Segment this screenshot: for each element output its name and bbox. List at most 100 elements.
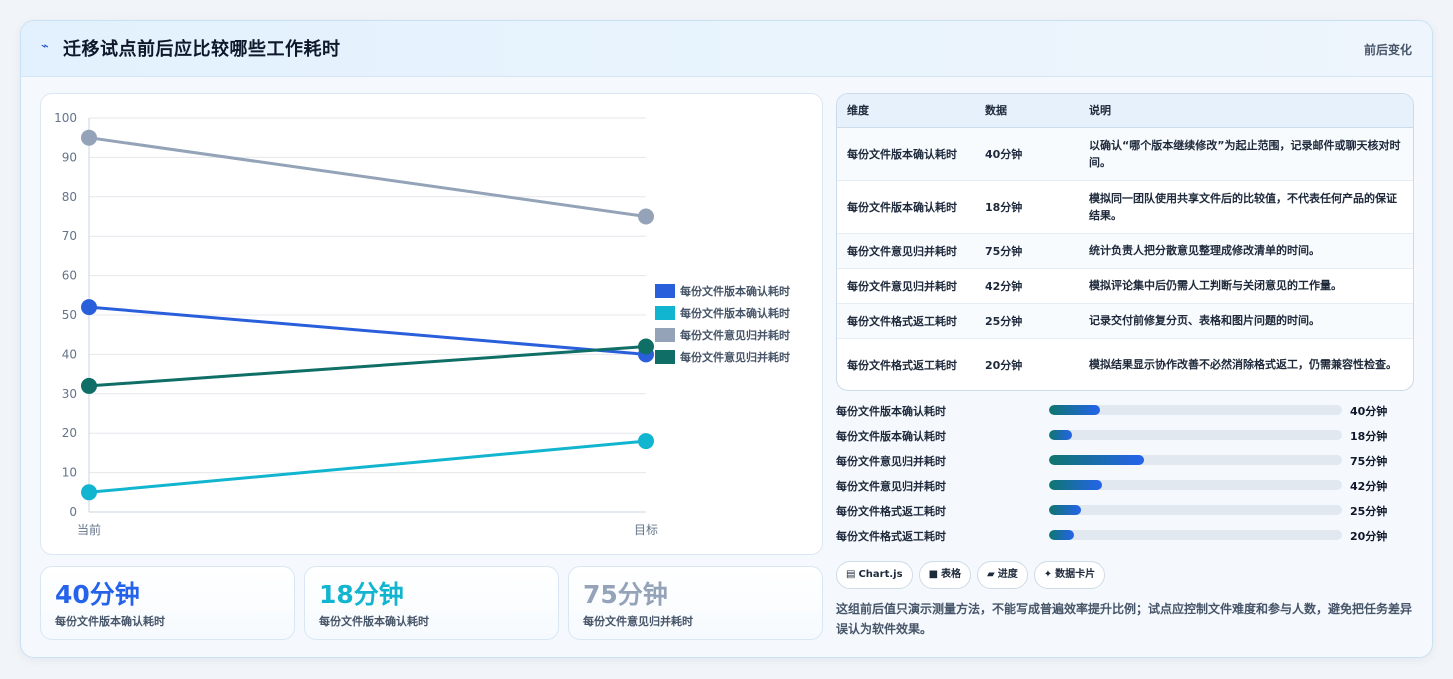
progress-row: 每份文件版本确认耗时 18分钟: [836, 426, 1412, 446]
footnote: 这组前后值只演示测量方法，不能写成普遍效率提升比例；试点应控制文件难度和参与人数…: [836, 602, 1413, 636]
data-point: [638, 338, 654, 355]
progress-fill: [1049, 405, 1101, 415]
progress-icon: ▰: [987, 569, 995, 580]
series-line: [88, 439, 647, 494]
tech-chip: ▤ Chart.js: [836, 561, 913, 589]
progress-value: 40分钟: [1350, 405, 1388, 418]
progress-track: [1049, 405, 1342, 415]
stat-label: 每份文件版本确认耗时: [319, 615, 429, 628]
table-cell-dimension: 每份文件意见归并耗时: [837, 233, 975, 269]
stat-label: 每份文件意见归并耗时: [583, 615, 693, 628]
card-title: 迁移试点前后应比较哪些工作耗时: [63, 39, 341, 60]
table-cell-description: 记录交付前修复分页、表格和图片问题的时间。: [1079, 303, 1413, 339]
data-point: [81, 129, 97, 146]
table-icon: ■: [928, 569, 939, 580]
table-body: 每份文件版本确认耗时 40分钟 以确认“哪个版本继续修改”为起止范围，记录邮件或聊天…: [837, 127, 1413, 390]
data-point: [638, 208, 654, 225]
progress-fill: [1049, 530, 1074, 540]
progress-value: 18分钟: [1350, 430, 1388, 443]
stat-value: 40分钟: [55, 580, 140, 609]
table-cell-value: 18分钟: [975, 180, 1079, 234]
progress-value: 25分钟: [1350, 505, 1388, 518]
table-cell-value: 20分钟: [985, 358, 1023, 372]
table-row: 每份文件格式返工耗时 20分钟 模拟结果显示协作改善不必然消除格式返工，仍需兼容性检…: [837, 338, 1413, 390]
progress-row: 每份文件格式返工耗时 25分钟: [836, 501, 1412, 521]
legend-swatch: [655, 328, 675, 342]
table-cell-dimension: 每份文件版本确认耗时: [837, 180, 975, 234]
data-point: [81, 484, 97, 501]
x-tick-label: 目标: [634, 523, 658, 537]
data-point: [638, 433, 654, 450]
legend-swatch: [655, 306, 675, 320]
y-tick-label: 30: [62, 387, 77, 401]
data-table: 维度 数据 说明 每份文件版本确认耗时 40分钟 以确认“哪个版本继续修改”为起止范…: [836, 93, 1414, 391]
table-cell-description: 模拟评论集中后仍需人工判断与关闭意见的工作量。: [1079, 268, 1413, 304]
wave-icon: ⌁: [41, 39, 49, 54]
progress-label: 每份文件版本确认耗时: [836, 405, 946, 418]
progress-value: 20分钟: [1350, 530, 1388, 543]
table-cell-description: 统计负责人把分散意见整理成修改清单的时间。: [1079, 233, 1413, 269]
progress-label: 每份文件意见归并耗时: [836, 455, 946, 468]
legend-label: 每份文件版本确认耗时: [680, 306, 790, 320]
legend-label: 每份文件意见归并耗时: [680, 328, 790, 342]
table-cell-description: 模拟同一团队使用共享文件后的比较值，不代表任何产品的保证结果。: [1079, 180, 1413, 234]
sparkle-icon: ✦: [1043, 569, 1053, 580]
legend-label: 每份文件版本确认耗时: [680, 284, 790, 298]
main-card: ⌁ 迁移试点前后应比较哪些工作耗时 前后变化 0 10 20 30 40 50 60 70 80…: [20, 20, 1433, 658]
progress-track: [1049, 530, 1342, 540]
stat-card: 75分钟每份文件意见归并耗时: [568, 566, 823, 640]
stat-value: 18分钟: [319, 580, 404, 609]
tech-chips: ▤ Chart.js ■ 表格 ▰ 进度 ✦ 数据卡片: [836, 561, 1111, 591]
table-cell-dimension: 每份文件版本确认耗时: [837, 127, 975, 181]
progress-row: 每份文件版本确认耗时 40分钟: [836, 401, 1412, 421]
table-cell-description: 以确认“哪个版本继续修改”为起止范围，记录邮件或聊天核对时间。: [1079, 127, 1413, 181]
series-line: [88, 345, 647, 388]
y-tick-label: 80: [62, 190, 77, 204]
series-line: [88, 305, 647, 356]
progress-label: 每份文件版本确认耗时: [836, 430, 946, 443]
table-cell-value: 75分钟: [975, 233, 1079, 269]
table-cell-value: 42分钟: [975, 268, 1079, 304]
series-line: [88, 136, 647, 218]
data-point: [81, 299, 97, 316]
legend-swatch: [655, 284, 675, 298]
table-header-row: 维度 数据 说明: [837, 94, 1413, 128]
table-cell-description: 模拟结果显示协作改善不必然消除格式返工，仍需兼容性检查。: [1089, 358, 1397, 372]
progress-row: 每份文件意见归并耗时 75分钟: [836, 451, 1412, 471]
table-cell-dimension: 每份文件格式返工耗时: [847, 358, 957, 372]
progress-track: [1049, 430, 1342, 440]
header-tag: 前后变化: [1363, 43, 1412, 57]
chip-label: Chart.js: [858, 569, 903, 580]
progress-track: [1049, 480, 1342, 490]
tech-chip: ■ 表格: [918, 561, 972, 589]
progress-fill: [1049, 430, 1073, 440]
data-point: [81, 377, 97, 394]
stat-card: 18分钟每份文件版本确认耗时: [304, 566, 559, 640]
legend-label: 每份文件意见归并耗时: [680, 350, 790, 364]
table-cell-dimension: 每份文件意见归并耗时: [837, 268, 975, 304]
progress-fill: [1049, 480, 1102, 490]
progress-track: [1049, 505, 1342, 515]
y-tick-label: 100: [54, 111, 77, 125]
stat-value: 75分钟: [583, 580, 668, 609]
table-cell-value: 25分钟: [975, 303, 1079, 339]
y-tick-label: 0: [69, 505, 77, 519]
progress-fill: [1049, 505, 1082, 515]
progress-label: 每份文件意见归并耗时: [836, 480, 946, 493]
y-tick-label: 70: [62, 229, 77, 243]
table-row: 每份文件版本确认耗时 18分钟 模拟同一团队使用共享文件后的比较值，不代表任何产品的…: [837, 180, 1413, 234]
table-header-cell: 维度: [837, 94, 975, 128]
y-tick-label: 60: [62, 269, 77, 283]
tech-chip: ✦ 数据卡片: [1033, 561, 1106, 589]
line-chart: 0 10 20 30 40 50 60 70 80 90 100 当前 目标 每份文件版本确认耗时 每份文件…: [40, 93, 823, 555]
chip-label: 进度: [997, 569, 1018, 580]
table-cell-value: 40分钟: [975, 127, 1079, 181]
progress-fill: [1049, 455, 1145, 465]
line-chart-svg: 0 10 20 30 40 50 60 70 80 90 100 当前 目标 每份文件版本确认耗时每份文件…: [54, 111, 790, 537]
y-tick-label: 90: [62, 150, 77, 164]
progress-row: 每份文件格式返工耗时 20分钟: [836, 526, 1412, 546]
card-header: ⌁ 迁移试点前后应比较哪些工作耗时 前后变化: [21, 21, 1432, 77]
progress-track: [1049, 455, 1342, 465]
chart-icon: ▤: [846, 569, 856, 580]
table-row: 每份文件意见归并耗时 75分钟 统计负责人把分散意见整理成修改清单的时间。: [837, 233, 1413, 269]
